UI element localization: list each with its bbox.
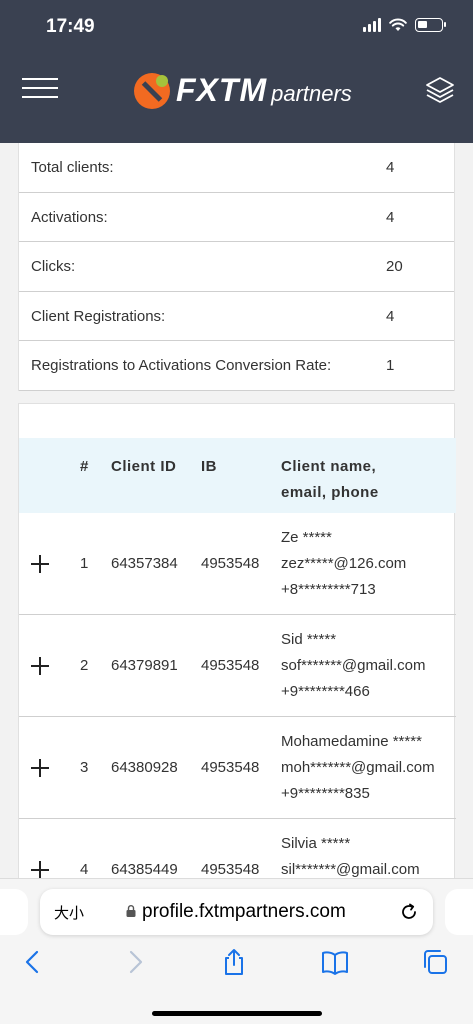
stat-label: Clicks: bbox=[31, 258, 76, 275]
layers-icon[interactable] bbox=[424, 74, 456, 106]
client-email: sof*******@gmail.com bbox=[281, 657, 426, 674]
row-client-id: 64385449 bbox=[111, 861, 178, 878]
client-name: Sid ***** bbox=[281, 631, 337, 648]
menu-icon[interactable] bbox=[22, 78, 58, 102]
row-ib: 4953548 bbox=[201, 861, 260, 878]
logo-sub: partners bbox=[271, 80, 352, 106]
status-time: 17:49 bbox=[46, 16, 95, 37]
client-phone: +9********835 bbox=[281, 785, 370, 802]
row-client-info: Sid ***** sof*******@gmail.com +9*******… bbox=[281, 627, 425, 705]
table-row: 2 64379891 4953548 Sid ***** sof*******@… bbox=[19, 615, 456, 717]
header-client-id: Client ID bbox=[111, 458, 177, 475]
stat-value: 20 bbox=[386, 258, 403, 275]
stat-label: Total clients: bbox=[31, 159, 114, 176]
fxtm-logo[interactable]: FXTM partners bbox=[134, 72, 352, 109]
row-ib: 4953548 bbox=[201, 555, 260, 572]
client-phone: +9********466 bbox=[281, 683, 370, 700]
row-client-info: Mohamedamine ***** moh*******@gmail.com … bbox=[281, 729, 435, 807]
page-content[interactable]: Total clients: 4 Activations: 4 Clicks: … bbox=[0, 143, 473, 878]
stat-label: Activations: bbox=[31, 208, 108, 226]
bookmarks-icon[interactable] bbox=[320, 947, 350, 977]
client-name: Ze ***** bbox=[281, 529, 332, 546]
signal-icon bbox=[363, 18, 381, 32]
stat-value: 4 bbox=[386, 307, 395, 325]
address-bar[interactable]: 大小 profile.fxtmpartners.com bbox=[40, 889, 433, 935]
back-icon[interactable] bbox=[18, 947, 48, 977]
clients-table: # Client ID IB Client name, email, phone … bbox=[18, 403, 456, 878]
client-name: Mohamedamine ***** bbox=[281, 733, 422, 750]
app-header: FXTM partners bbox=[0, 52, 473, 143]
share-icon[interactable] bbox=[219, 947, 249, 977]
row-ib: 4953548 bbox=[201, 657, 260, 674]
prev-tab-preview[interactable] bbox=[0, 889, 28, 935]
home-indicator bbox=[152, 1011, 322, 1016]
status-bar: 17:49 bbox=[0, 0, 473, 52]
header-ib: IB bbox=[201, 458, 217, 475]
expand-plus-icon[interactable] bbox=[31, 860, 51, 878]
reload-icon[interactable] bbox=[399, 902, 419, 922]
row-num: 1 bbox=[80, 555, 89, 572]
forward-icon[interactable] bbox=[120, 947, 150, 977]
battery-icon bbox=[415, 18, 446, 32]
stat-row: Client Registrations: 4 bbox=[19, 292, 454, 341]
stat-row: Total clients: 4 bbox=[19, 143, 454, 193]
row-num: 2 bbox=[80, 657, 89, 674]
expand-plus-icon[interactable] bbox=[31, 656, 51, 676]
url-text[interactable]: profile.fxtmpartners.com bbox=[142, 901, 346, 923]
logo-mark-icon bbox=[134, 72, 170, 109]
browser-toolbar bbox=[0, 947, 473, 981]
table-row: 1 64357384 4953548 Ze ***** zez*****@126… bbox=[19, 513, 456, 615]
row-client-info: Silvia ***** sil*******@gmail.com bbox=[281, 831, 420, 878]
tabs-icon[interactable] bbox=[420, 947, 450, 977]
stat-row: Registrations to Activations Conversion … bbox=[19, 341, 454, 391]
client-email: moh*******@gmail.com bbox=[281, 759, 435, 776]
row-client-id: 64379891 bbox=[111, 657, 178, 674]
row-num: 3 bbox=[80, 759, 89, 776]
table-row: 4 64385449 4953548 Silvia ***** sil*****… bbox=[19, 819, 456, 878]
client-phone: +8*********713 bbox=[281, 581, 376, 598]
expand-plus-icon[interactable] bbox=[31, 758, 51, 778]
status-icons bbox=[363, 18, 446, 32]
stat-value: 4 bbox=[386, 159, 395, 176]
row-ib: 4953548 bbox=[201, 759, 260, 776]
stat-row: Clicks: 20 bbox=[19, 242, 454, 292]
text-size-button[interactable]: 大小 bbox=[54, 902, 84, 923]
client-email: zez*****@126.com bbox=[281, 555, 407, 572]
stat-row: Activations: 4 bbox=[19, 193, 454, 242]
table-header: # Client ID IB Client name, email, phone bbox=[19, 438, 456, 513]
expand-plus-icon[interactable] bbox=[31, 554, 51, 574]
next-tab-preview[interactable] bbox=[445, 889, 473, 935]
stat-label: Client Registrations: bbox=[31, 307, 166, 325]
row-client-id: 64357384 bbox=[111, 555, 178, 572]
stat-label: Registrations to Activations Conversion … bbox=[31, 357, 332, 374]
browser-bar: 大小 profile.fxtmpartners.com bbox=[0, 878, 473, 1024]
client-name: Silvia ***** bbox=[281, 835, 351, 852]
stat-value: 1 bbox=[386, 357, 395, 374]
header-client-name: Client name, email, phone bbox=[281, 458, 379, 501]
stats-table: Total clients: 4 Activations: 4 Clicks: … bbox=[18, 143, 455, 391]
header-num: # bbox=[80, 458, 89, 475]
wifi-icon bbox=[389, 18, 407, 31]
lock-icon bbox=[126, 905, 136, 917]
client-email: sil*******@gmail.com bbox=[281, 861, 420, 878]
row-client-info: Ze ***** zez*****@126.com +8*********713 bbox=[281, 525, 406, 603]
logo-brand: FXTM bbox=[176, 72, 268, 108]
row-client-id: 64380928 bbox=[111, 759, 178, 776]
table-row: 3 64380928 4953548 Mohamedamine ***** mo… bbox=[19, 717, 456, 819]
row-num: 4 bbox=[80, 861, 89, 878]
stat-value: 4 bbox=[386, 208, 395, 226]
